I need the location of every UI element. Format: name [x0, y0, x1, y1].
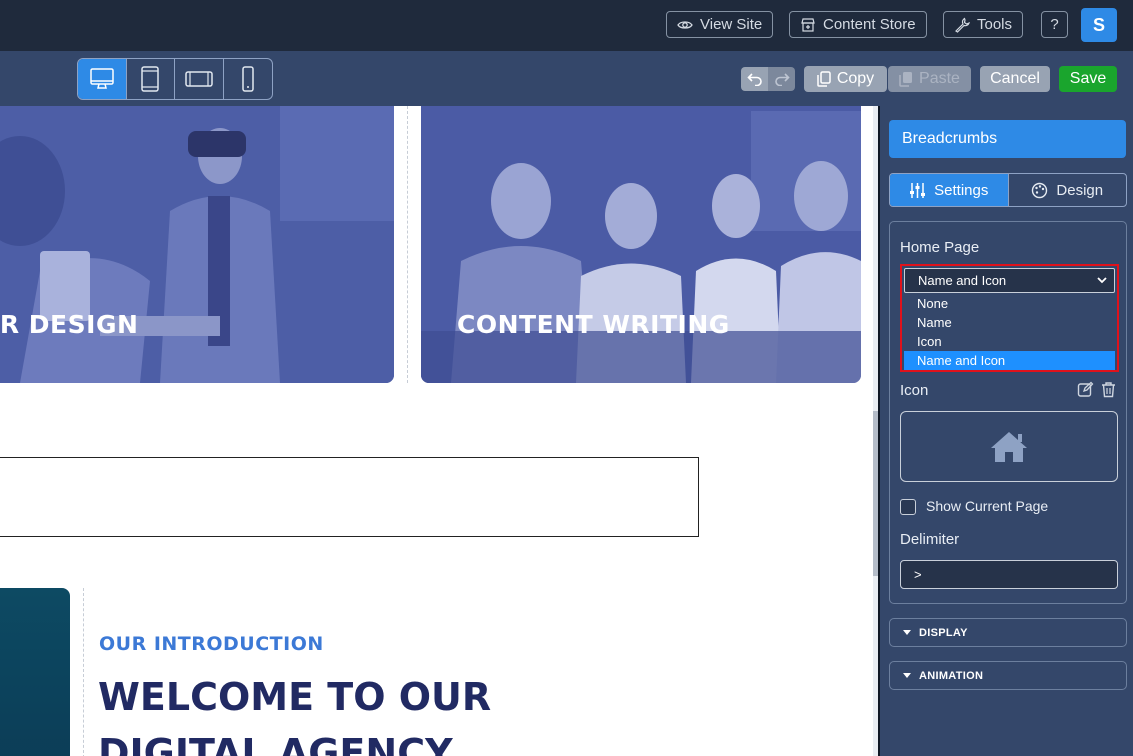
tab-design-label: Design	[1056, 181, 1104, 199]
tab-settings-label: Settings	[934, 181, 989, 199]
team-photo	[421, 106, 861, 383]
card-title: CONTENT WRITING	[457, 310, 730, 339]
paste-button[interactable]: Paste	[888, 66, 971, 92]
icon-preview[interactable]	[900, 411, 1118, 482]
column-divider	[407, 106, 408, 383]
view-site-label: View Site	[700, 16, 763, 33]
delimiter-input[interactable]: >	[900, 560, 1118, 589]
home-page-select-value: Name and Icon	[918, 273, 1007, 288]
device-mobile-button[interactable]	[224, 59, 273, 99]
home-page-options: None Name Icon Name and Icon	[904, 294, 1115, 370]
show-current-page-label: Show Current Page	[926, 498, 1049, 514]
wrench-icon	[955, 17, 970, 33]
help-label: ?	[1050, 16, 1059, 33]
caret-down-icon	[903, 673, 911, 678]
service-card-content-writing[interactable]: CONTENT WRITING	[421, 106, 861, 383]
chevron-down-icon	[1097, 277, 1107, 284]
intro-divider	[83, 588, 84, 756]
cancel-button[interactable]: Cancel	[980, 66, 1050, 92]
home-page-select[interactable]: Name and Icon	[904, 268, 1115, 293]
service-card-vr-design[interactable]: VR DESIGN	[0, 106, 394, 383]
option-name-and-icon[interactable]: Name and Icon	[904, 351, 1115, 370]
paste-icon	[899, 72, 913, 87]
mobile-icon	[242, 66, 254, 92]
undo-button[interactable]	[741, 67, 768, 91]
option-icon[interactable]: Icon	[904, 332, 1115, 351]
tools-button[interactable]: Tools	[943, 11, 1024, 38]
tab-settings[interactable]: Settings	[890, 174, 1008, 206]
card-title: VR DESIGN	[0, 310, 139, 339]
device-tablet-portrait-button[interactable]	[127, 59, 175, 99]
avatar[interactable]: S	[1081, 8, 1117, 42]
view-site-button[interactable]: View Site	[666, 11, 774, 38]
animation-section[interactable]: ANIMATION	[889, 661, 1127, 690]
store-icon	[801, 17, 815, 32]
breadcrumbs-block[interactable]	[0, 457, 699, 537]
option-none[interactable]: None	[904, 294, 1115, 313]
office-photo	[0, 106, 394, 383]
redo-button[interactable]	[768, 67, 795, 91]
desktop-icon	[90, 68, 114, 89]
copy-button[interactable]: Copy	[804, 66, 887, 92]
tablet-portrait-icon	[141, 66, 159, 92]
settings-group: Home Page Name and Icon None Name Icon N…	[889, 221, 1127, 604]
undo-icon	[746, 73, 762, 86]
help-button[interactable]: ?	[1041, 11, 1068, 38]
option-name[interactable]: Name	[904, 313, 1115, 332]
tab-design[interactable]: Design	[1007, 174, 1127, 206]
device-switcher	[77, 58, 273, 100]
content-store-label: Content Store	[823, 16, 916, 33]
intro-title: WELCOME TO OUR DIGITAL AGENCY	[98, 675, 492, 756]
top-bar: View Site Content Store Tools ? S	[0, 0, 1133, 51]
sliders-icon	[910, 182, 926, 198]
device-desktop-button[interactable]	[78, 59, 127, 99]
copy-icon	[817, 71, 831, 87]
page-canvas: VR DESIGN CONTENT WRITING OUR INTRODUCTI…	[0, 106, 873, 756]
redo-icon	[774, 73, 790, 86]
tablet-landscape-icon	[185, 71, 213, 87]
show-current-page-checkbox[interactable]	[900, 499, 916, 515]
intro-image	[0, 588, 70, 756]
icon-label: Icon	[900, 382, 929, 399]
undo-redo-group	[741, 67, 795, 91]
panel-title: Breadcrumbs	[889, 120, 1126, 158]
settings-panel: Breadcrumbs Settings Design Home Page Na…	[880, 106, 1133, 756]
intro-label: OUR INTRODUCTION	[99, 633, 324, 655]
display-section-label: DISPLAY	[919, 626, 968, 639]
save-button[interactable]: Save	[1059, 66, 1117, 92]
animation-section-label: ANIMATION	[919, 669, 984, 682]
trash-icon[interactable]	[1100, 381, 1117, 398]
eye-icon	[677, 20, 693, 29]
home-page-dropdown-highlight: Name and Icon None Name Icon Name and Ic…	[900, 264, 1119, 372]
tools-label: Tools	[977, 16, 1013, 33]
home-page-label: Home Page	[900, 239, 980, 256]
device-tablet-landscape-button[interactable]	[175, 59, 224, 99]
home-icon	[991, 431, 1027, 462]
palette-icon	[1032, 182, 1048, 198]
edit-icon[interactable]	[1077, 381, 1094, 398]
icon-actions	[1077, 381, 1117, 398]
panel-tabs: Settings Design	[889, 173, 1127, 207]
delimiter-label: Delimiter	[900, 531, 960, 548]
caret-down-icon	[903, 630, 911, 635]
copy-label: Copy	[836, 70, 875, 87]
display-section[interactable]: DISPLAY	[889, 618, 1127, 647]
content-store-button[interactable]: Content Store	[789, 11, 927, 38]
paste-label: Paste	[919, 70, 960, 87]
